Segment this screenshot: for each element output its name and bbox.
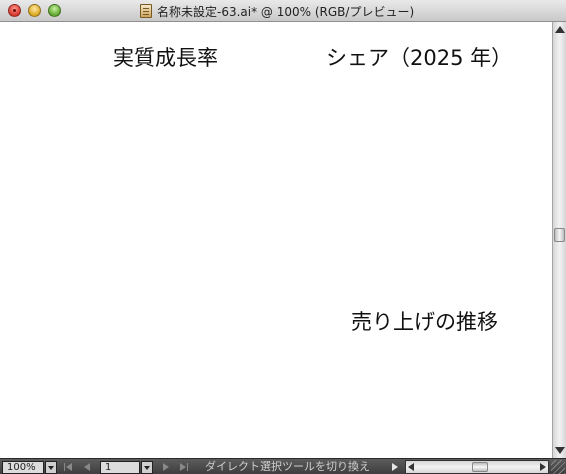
horizontal-scrollbar[interactable] xyxy=(405,460,549,474)
status-menu-arrow-icon[interactable] xyxy=(392,463,398,471)
vertical-scroll-thumb[interactable] xyxy=(554,228,565,242)
tool-status-text: ダイレクト選択ツールを切り換え xyxy=(205,460,370,473)
window-title: 名称未設定-63.ai* @ 100% (RGB/プレビュー) xyxy=(157,4,415,19)
zoom-window-icon[interactable] xyxy=(48,4,61,17)
zoom-dropdown-button[interactable] xyxy=(45,461,57,474)
scroll-down-arrow-icon[interactable] xyxy=(555,447,565,454)
window-title-group: 名称未設定-63.ai* @ 100% (RGB/プレビュー) xyxy=(140,3,414,19)
artboard-canvas[interactable]: 実質成長率 シェア（2025 年） 売り上げの推移 xyxy=(0,22,552,458)
sales-trend-label[interactable]: 売り上げの推移 xyxy=(351,306,498,336)
status-bar: 100% 1 ダイレクト選択ツールを切り換え xyxy=(0,458,566,474)
scroll-left-arrow-icon[interactable] xyxy=(408,463,414,471)
share-label[interactable]: シェア（2025 年） xyxy=(326,42,512,72)
zoom-level-field[interactable]: 100% xyxy=(2,461,44,474)
scroll-up-arrow-icon[interactable] xyxy=(555,26,565,33)
horizontal-scroll-thumb[interactable] xyxy=(472,462,488,472)
minimize-window-icon[interactable] xyxy=(28,4,41,17)
vertical-scrollbar[interactable] xyxy=(552,22,566,458)
resize-grip-icon[interactable] xyxy=(551,460,565,474)
window-titlebar[interactable]: 名称未設定-63.ai* @ 100% (RGB/プレビュー) xyxy=(0,0,566,22)
last-artboard-icon[interactable] xyxy=(180,463,188,471)
scroll-right-arrow-icon[interactable] xyxy=(540,463,546,471)
artboard-dropdown-button[interactable] xyxy=(141,461,153,474)
artboard-number-field[interactable]: 1 xyxy=(100,461,140,474)
previous-artboard-icon[interactable] xyxy=(84,463,90,471)
growth-rate-label[interactable]: 実質成長率 xyxy=(113,42,218,72)
close-window-icon[interactable] xyxy=(8,4,21,17)
first-artboard-icon[interactable] xyxy=(64,463,72,471)
document-icon xyxy=(140,4,152,18)
next-artboard-icon[interactable] xyxy=(163,463,169,471)
